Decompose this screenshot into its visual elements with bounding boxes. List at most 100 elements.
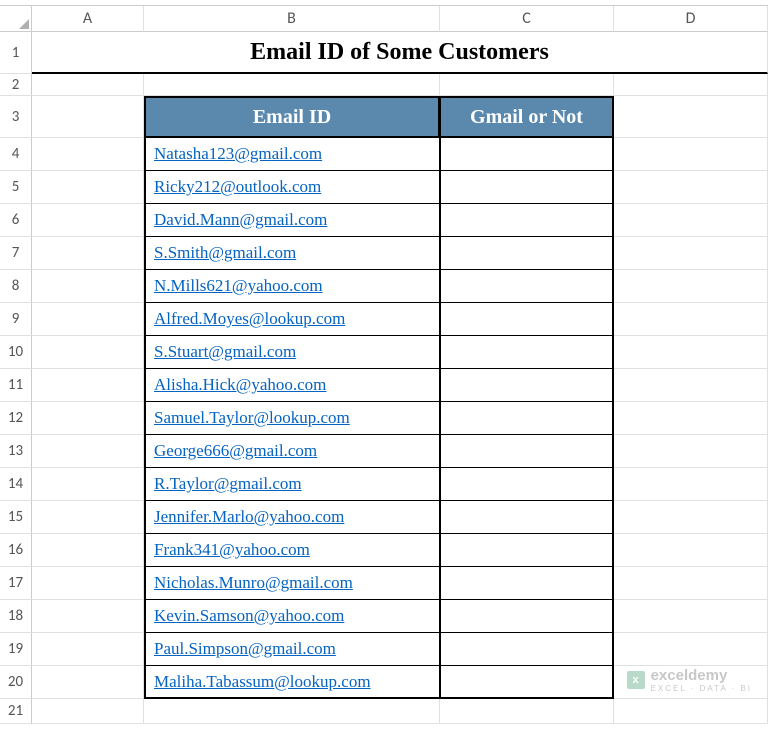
cell-A6[interactable] xyxy=(32,204,144,237)
cell-C2[interactable] xyxy=(440,74,614,96)
cell-A15[interactable] xyxy=(32,501,144,534)
cell-email-9[interactable]: Alfred.Moyes@lookup.com xyxy=(144,303,440,336)
cell-D7[interactable] xyxy=(614,237,768,270)
cell-D8[interactable] xyxy=(614,270,768,303)
cell-B21[interactable] xyxy=(144,699,440,724)
email-link[interactable]: R.Taylor@gmail.com xyxy=(154,474,302,494)
cell-email-12[interactable]: Samuel.Taylor@lookup.com xyxy=(144,402,440,435)
row-header-17[interactable]: 17 xyxy=(0,567,32,600)
cell-D3[interactable] xyxy=(614,96,768,138)
col-header-C[interactable]: C xyxy=(440,6,614,32)
cell-A18[interactable] xyxy=(32,600,144,633)
cell-D18[interactable] xyxy=(614,600,768,633)
cell-email-13[interactable]: George666@gmail.com xyxy=(144,435,440,468)
cell-email-16[interactable]: Frank341@yahoo.com xyxy=(144,534,440,567)
col-header-B[interactable]: B xyxy=(144,6,440,32)
row-header-20[interactable]: 20 xyxy=(0,666,32,699)
cell-email-10[interactable]: S.Stuart@gmail.com xyxy=(144,336,440,369)
table-header-gmail[interactable]: Gmail or Not xyxy=(440,96,614,138)
row-header-11[interactable]: 11 xyxy=(0,369,32,402)
page-title[interactable]: Email ID of Some Customers xyxy=(32,32,768,74)
cell-email-7[interactable]: S.Smith@gmail.com xyxy=(144,237,440,270)
col-header-D[interactable]: D xyxy=(614,6,768,32)
cell-D14[interactable] xyxy=(614,468,768,501)
cell-A14[interactable] xyxy=(32,468,144,501)
cell-A4[interactable] xyxy=(32,138,144,171)
cell-gmail-8[interactable] xyxy=(440,270,614,303)
row-header-12[interactable]: 12 xyxy=(0,402,32,435)
cell-A20[interactable] xyxy=(32,666,144,699)
row-header-13[interactable]: 13 xyxy=(0,435,32,468)
row-header-9[interactable]: 9 xyxy=(0,303,32,336)
cell-gmail-6[interactable] xyxy=(440,204,614,237)
cell-gmail-11[interactable] xyxy=(440,369,614,402)
cell-A9[interactable] xyxy=(32,303,144,336)
cell-D12[interactable] xyxy=(614,402,768,435)
cell-email-14[interactable]: R.Taylor@gmail.com xyxy=(144,468,440,501)
cell-A10[interactable] xyxy=(32,336,144,369)
email-link[interactable]: Alisha.Hick@yahoo.com xyxy=(154,375,326,395)
email-link[interactable]: S.Smith@gmail.com xyxy=(154,243,296,263)
cell-D11[interactable] xyxy=(614,369,768,402)
row-header-16[interactable]: 16 xyxy=(0,534,32,567)
row-header-21[interactable]: 21 xyxy=(0,699,32,724)
cell-gmail-10[interactable] xyxy=(440,336,614,369)
cell-email-8[interactable]: N.Mills621@yahoo.com xyxy=(144,270,440,303)
cell-A21[interactable] xyxy=(32,699,144,724)
cell-email-4[interactable]: Natasha123@gmail.com xyxy=(144,138,440,171)
cell-email-15[interactable]: Jennifer.Marlo@yahoo.com xyxy=(144,501,440,534)
row-header-4[interactable]: 4 xyxy=(0,138,32,171)
cell-A17[interactable] xyxy=(32,567,144,600)
cell-A11[interactable] xyxy=(32,369,144,402)
cell-gmail-12[interactable] xyxy=(440,402,614,435)
cell-A8[interactable] xyxy=(32,270,144,303)
cell-A3[interactable] xyxy=(32,96,144,138)
cell-email-6[interactable]: David.Mann@gmail.com xyxy=(144,204,440,237)
cell-A2[interactable] xyxy=(32,74,144,96)
email-link[interactable]: George666@gmail.com xyxy=(154,441,317,461)
cell-A16[interactable] xyxy=(32,534,144,567)
cell-A5[interactable] xyxy=(32,171,144,204)
cell-gmail-17[interactable] xyxy=(440,567,614,600)
cell-email-11[interactable]: Alisha.Hick@yahoo.com xyxy=(144,369,440,402)
row-header-15[interactable]: 15 xyxy=(0,501,32,534)
email-link[interactable]: Samuel.Taylor@lookup.com xyxy=(154,408,350,428)
cell-gmail-16[interactable] xyxy=(440,534,614,567)
cell-gmail-7[interactable] xyxy=(440,237,614,270)
cell-email-17[interactable]: Nicholas.Munro@gmail.com xyxy=(144,567,440,600)
cell-email-5[interactable]: Ricky212@outlook.com xyxy=(144,171,440,204)
cell-gmail-14[interactable] xyxy=(440,468,614,501)
row-header-10[interactable]: 10 xyxy=(0,336,32,369)
cell-D15[interactable] xyxy=(614,501,768,534)
col-header-A[interactable]: A xyxy=(32,6,144,32)
cell-email-20[interactable]: Maliha.Tabassum@lookup.com xyxy=(144,666,440,699)
select-all-triangle[interactable] xyxy=(0,6,32,32)
cell-D16[interactable] xyxy=(614,534,768,567)
row-header-2[interactable]: 2 xyxy=(0,74,32,96)
cell-A19[interactable] xyxy=(32,633,144,666)
cell-D10[interactable] xyxy=(614,336,768,369)
email-link[interactable]: N.Mills621@yahoo.com xyxy=(154,276,323,296)
cell-D4[interactable] xyxy=(614,138,768,171)
email-link[interactable]: Kevin.Samson@yahoo.com xyxy=(154,606,344,626)
row-header-18[interactable]: 18 xyxy=(0,600,32,633)
cell-D2[interactable] xyxy=(614,74,768,96)
cell-A7[interactable] xyxy=(32,237,144,270)
row-header-7[interactable]: 7 xyxy=(0,237,32,270)
cell-gmail-20[interactable] xyxy=(440,666,614,699)
cell-gmail-13[interactable] xyxy=(440,435,614,468)
cell-gmail-15[interactable] xyxy=(440,501,614,534)
row-header-1[interactable]: 1 xyxy=(0,32,32,74)
cell-gmail-4[interactable] xyxy=(440,138,614,171)
row-header-19[interactable]: 19 xyxy=(0,633,32,666)
row-header-14[interactable]: 14 xyxy=(0,468,32,501)
row-header-8[interactable]: 8 xyxy=(0,270,32,303)
cell-A13[interactable] xyxy=(32,435,144,468)
row-header-3[interactable]: 3 xyxy=(0,96,32,138)
email-link[interactable]: Nicholas.Munro@gmail.com xyxy=(154,573,353,593)
cell-D5[interactable] xyxy=(614,171,768,204)
cell-email-18[interactable]: Kevin.Samson@yahoo.com xyxy=(144,600,440,633)
cell-gmail-19[interactable] xyxy=(440,633,614,666)
cell-D17[interactable] xyxy=(614,567,768,600)
cell-D6[interactable] xyxy=(614,204,768,237)
